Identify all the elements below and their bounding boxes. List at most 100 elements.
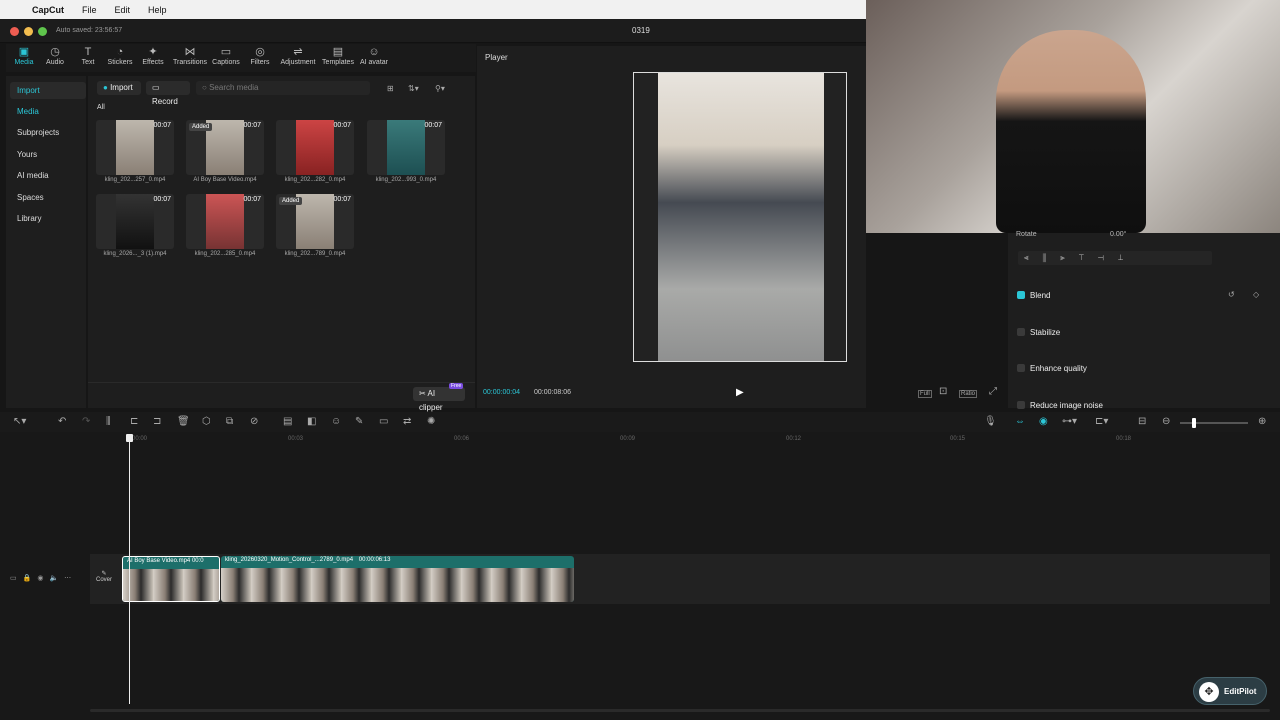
- blend-checkbox[interactable]: [1017, 291, 1025, 299]
- tool-captions[interactable]: ▭ Captions: [208, 46, 244, 66]
- magic-icon[interactable]: ✎: [355, 416, 363, 427]
- tool-templates[interactable]: ▤ Templates: [320, 46, 356, 66]
- preview-axis-icon[interactable]: ⊏▾: [1095, 416, 1108, 427]
- tab-all[interactable]: All: [97, 104, 105, 111]
- media-thumb-1[interactable]: 00:07: [96, 120, 174, 175]
- split-left-icon[interactable]: ⊏: [130, 416, 138, 427]
- zoom-out-icon[interactable]: ⊖: [1162, 416, 1170, 427]
- align-right-icon[interactable]: ⫸: [1060, 253, 1079, 262]
- import-button[interactable]: ● Import: [97, 81, 141, 95]
- mask-icon[interactable]: ⬡: [202, 416, 211, 427]
- play-icon[interactable]: ▶: [736, 387, 744, 398]
- fit-icon[interactable]: ⊡: [939, 386, 947, 397]
- align-left-icon[interactable]: ⫷: [1024, 253, 1043, 262]
- menu-edit[interactable]: Edit: [115, 5, 131, 15]
- app-name[interactable]: CapCut: [32, 5, 64, 15]
- media-thumb-6[interactable]: 00:07: [186, 194, 264, 249]
- microphone-icon[interactable]: 🎙: [984, 416, 997, 427]
- record-button[interactable]: ▭ Record: [146, 81, 190, 106]
- tool-effects[interactable]: ✦ Effects: [135, 46, 171, 66]
- tool-transitions[interactable]: ⋈ Transitions: [172, 46, 208, 66]
- align-middle-icon[interactable]: ⊣: [1098, 253, 1118, 262]
- full-button[interactable]: Full: [918, 390, 932, 398]
- minimize-window-button[interactable]: [24, 27, 33, 36]
- audio-mute-icon[interactable]: 🔈: [49, 575, 64, 582]
- reset-icon[interactable]: ↺: [1228, 290, 1235, 299]
- link-icon[interactable]: ⇔: [1015, 416, 1025, 427]
- zoom-in-icon[interactable]: ⊕: [1258, 416, 1266, 427]
- stabilize-label[interactable]: Stabilize: [1030, 328, 1060, 337]
- blend-label[interactable]: Blend: [1030, 291, 1050, 300]
- media-thumb-5[interactable]: 00:07: [96, 194, 174, 249]
- media-thumb-4[interactable]: 00:07: [367, 120, 445, 175]
- nav-subprojects[interactable]: Subprojects: [10, 124, 86, 141]
- sort-icon[interactable]: ⇅▾: [408, 84, 419, 93]
- nav-yours[interactable]: Yours: [10, 146, 86, 163]
- tool-filters[interactable]: ◎ Filters: [242, 46, 278, 66]
- media-thumb-2[interactable]: Added 00:07: [186, 120, 264, 175]
- tool-audio[interactable]: ◷ Audio: [37, 46, 73, 66]
- stabilize-checkbox[interactable]: [1017, 328, 1025, 336]
- caption-icon[interactable]: ▭: [379, 416, 388, 427]
- magnet-icon[interactable]: ◉: [1039, 416, 1048, 427]
- freeze-icon[interactable]: ▤: [283, 416, 292, 427]
- nav-ai-media[interactable]: AI media: [10, 167, 86, 184]
- editpilot-button[interactable]: ✥ EditPilot: [1193, 677, 1267, 705]
- eye-icon[interactable]: ◉: [37, 575, 49, 582]
- split-icon[interactable]: ⫼: [106, 416, 111, 427]
- timeline-clip-2[interactable]: kling_20260320_Motion_Control_...2789_0.…: [221, 556, 574, 602]
- maximize-window-button[interactable]: [38, 27, 47, 36]
- tool-stickers[interactable]: ◔ Stickers: [102, 46, 138, 66]
- playhead[interactable]: [126, 434, 133, 704]
- horizontal-scrollbar[interactable]: [90, 709, 1270, 712]
- ratio-button[interactable]: Ratio: [959, 390, 978, 398]
- menu-file[interactable]: File: [82, 5, 97, 15]
- rotate-value[interactable]: 0.00°: [1110, 231, 1126, 238]
- align-bottom-icon[interactable]: ⊥: [1118, 253, 1137, 262]
- noise-checkbox[interactable]: [1017, 401, 1025, 409]
- undo-icon[interactable]: ↶: [58, 416, 66, 427]
- nav-library[interactable]: Library: [10, 210, 86, 227]
- playhead-handle[interactable]: [126, 434, 133, 442]
- keyframe-icon[interactable]: ◇: [1253, 290, 1259, 299]
- crop-icon[interactable]: ⧉: [226, 416, 233, 427]
- media-thumb-7[interactable]: Added 00:07: [276, 194, 354, 249]
- fullscreen-icon[interactable]: ⤢: [989, 386, 997, 397]
- media-thumb-3[interactable]: 00:07: [276, 120, 354, 175]
- noise-label[interactable]: Reduce image noise: [1030, 401, 1103, 410]
- ai-tool-icon[interactable]: ✺: [427, 416, 435, 427]
- split-right-icon[interactable]: ⊐: [153, 416, 161, 427]
- player-canvas[interactable]: [633, 72, 847, 362]
- view-toggle-icon[interactable]: ⊞: [387, 84, 394, 93]
- close-window-button[interactable]: [10, 27, 19, 36]
- nav-import[interactable]: Import: [10, 82, 86, 99]
- cover-button[interactable]: ✎ Cover: [94, 570, 114, 583]
- enhance-label[interactable]: Enhance quality: [1030, 364, 1087, 373]
- lock-icon[interactable]: 🔒: [23, 575, 38, 582]
- timeline-clip-1[interactable]: AI Boy Base Video.mp4 00:0: [122, 556, 220, 602]
- search-input[interactable]: ○ Search media: [196, 81, 370, 95]
- track-toggle-icon[interactable]: ▭: [10, 575, 23, 582]
- mirror-icon[interactable]: ◧: [307, 416, 316, 427]
- subtitle-icon[interactable]: ⊟: [1138, 416, 1146, 427]
- ai-clipper-button[interactable]: ✂ AI clipper: [413, 387, 465, 412]
- delete-icon[interactable]: 🗑: [177, 416, 190, 427]
- align-top-icon[interactable]: ⊤: [1079, 253, 1098, 262]
- speed-icon[interactable]: ⊘: [250, 416, 258, 427]
- align-center-icon[interactable]: ⫼: [1043, 253, 1061, 262]
- chain-icon[interactable]: ⊶▾: [1062, 416, 1077, 427]
- tool-adjustment[interactable]: ⇌ Adjustment: [278, 46, 318, 66]
- transform-icon[interactable]: ⇄: [403, 416, 411, 427]
- zoom-slider-handle[interactable]: [1192, 418, 1196, 428]
- enhance-checkbox[interactable]: [1017, 364, 1025, 372]
- more-icon[interactable]: ⋯: [64, 575, 77, 582]
- nav-media[interactable]: Media: [10, 103, 86, 120]
- nav-spaces[interactable]: Spaces: [10, 189, 86, 206]
- filter-icon[interactable]: ⚲▾: [435, 84, 445, 93]
- menu-help[interactable]: Help: [148, 5, 167, 15]
- tool-text[interactable]: T Text: [70, 46, 106, 66]
- zoom-slider[interactable]: [1180, 418, 1248, 428]
- select-tool-icon[interactable]: ↖▾: [13, 416, 26, 427]
- cutout-icon[interactable]: ☺: [331, 416, 341, 427]
- tool-ai-avatar[interactable]: ☺ AI avatar: [356, 46, 392, 66]
